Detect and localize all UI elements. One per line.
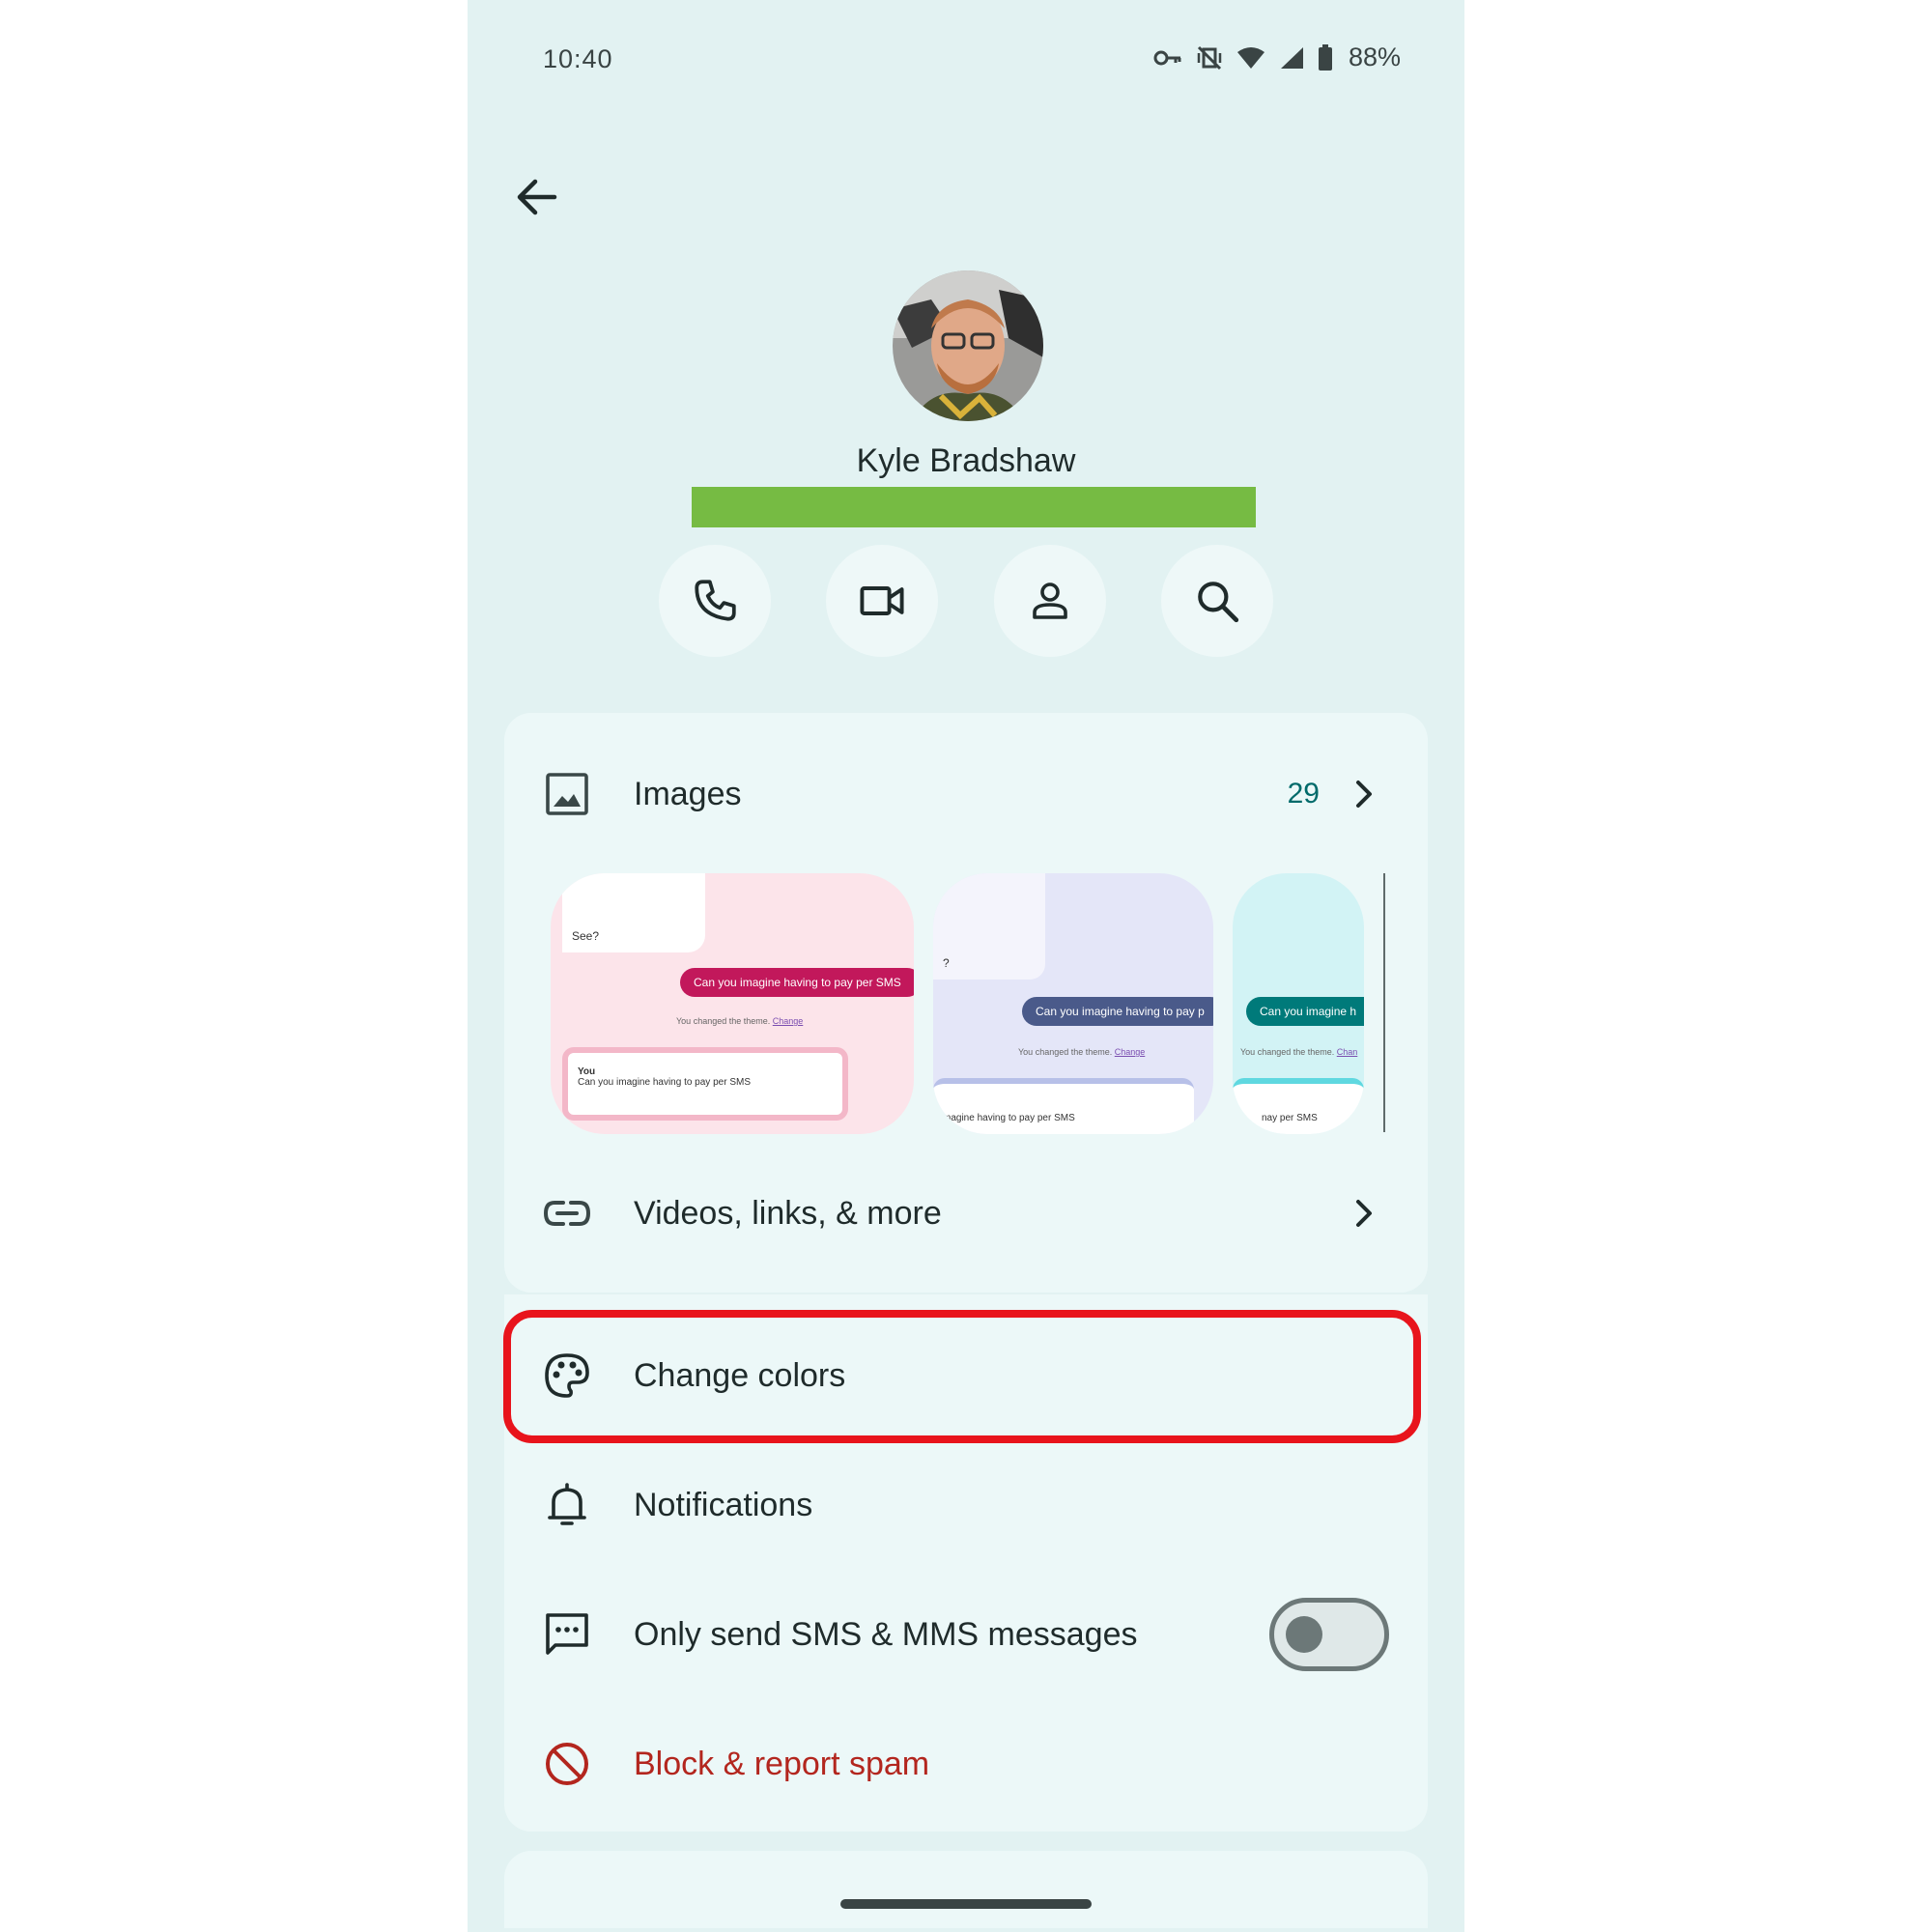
videos-links-row[interactable]: Videos, links, & more [504,1173,1428,1254]
video-call-button[interactable] [826,545,939,657]
video-call-icon [860,586,904,615]
sms-only-toggle[interactable] [1269,1598,1389,1671]
videos-links-label: Videos, links, & more [634,1194,942,1232]
bell-icon [541,1479,593,1531]
next-card [504,1851,1428,1928]
back-button[interactable] [510,170,564,224]
image-icon [541,768,593,820]
call-button[interactable] [659,545,771,657]
theme-note: You changed the theme. Change [1018,1047,1146,1057]
image-thumbnail[interactable]: Can you imagine h You changed the theme.… [1233,873,1364,1134]
toggle-knob [1286,1616,1322,1653]
notifications-label: Notifications [634,1486,813,1523]
redaction-bar [692,487,1256,527]
phone-icon [695,580,736,621]
image-thumbnails: See? Can you imagine having to pay per S… [551,873,1385,1134]
notifications-row[interactable]: Notifications [504,1464,1428,1546]
image-thumbnail[interactable]: ? Can you imagine having to pay p You ch… [933,873,1213,1134]
chevron-right-icon [1349,779,1379,810]
incoming-bubble: See? [562,873,705,952]
palette-icon [541,1350,593,1402]
sms-only-row: Only send SMS & MMS messages [504,1594,1428,1675]
search-icon [1198,582,1239,623]
contact-icon [1032,582,1067,619]
cell-signal-icon [1279,46,1304,70]
theme-note: You changed the theme. Change [676,1016,804,1026]
vpn-key-icon [1153,48,1182,68]
link-icon [541,1187,593,1239]
incoming-bubble: ? [933,873,1045,980]
block-spam-label: Block & report spam [634,1745,930,1782]
block-icon [541,1738,593,1790]
compose-preview: nay per SMS [1233,1078,1364,1134]
outgoing-bubble: Can you imagine having to pay p [1022,997,1213,1026]
compose-preview: You Can you imagine having to pay per SM… [562,1047,848,1121]
change-colors-label: Change colors [634,1356,846,1394]
message-dots-icon [541,1608,593,1661]
contact-name: Kyle Bradshaw [856,442,1076,479]
battery-icon [1318,43,1333,71]
wifi-icon [1236,46,1265,70]
battery-percent: 88% [1348,43,1401,71]
chevron-right-icon [1349,1198,1379,1229]
theme-note: You changed the theme. Chan [1240,1047,1358,1057]
status-icons: 88% [1153,43,1401,72]
search-button[interactable] [1160,545,1273,657]
outgoing-bubble: Can you imagine having to pay per SMS [680,968,914,997]
change-colors-row[interactable]: Change colors [504,1335,1428,1416]
status-bar: 10:40 88% [468,0,1464,116]
arrow-back-icon [517,179,557,215]
media-card: Images 29 See? Can you imagine having to… [504,713,1428,1293]
avatar [893,270,1043,421]
settings-card: Change colors Notifications Only send SM… [504,1294,1428,1832]
action-row [659,545,1273,657]
home-indicator[interactable] [840,1899,1092,1909]
image-thumbnail[interactable]: See? Can you imagine having to pay per S… [551,873,914,1134]
images-count: 29 [1287,778,1320,810]
images-row[interactable]: Images 29 [504,753,1428,835]
phone-screen: 10:40 88% Kyle Bradshaw Images 29 See? C… [468,0,1464,1932]
sms-only-label: Only send SMS & MMS messages [634,1615,1138,1653]
compose-preview: magine having to pay per SMS [933,1078,1194,1134]
contact-info-button[interactable] [993,545,1106,657]
images-label: Images [634,775,742,812]
scroll-edge [1383,873,1385,1132]
vibrate-off-icon [1196,44,1223,71]
outgoing-bubble: Can you imagine h [1246,997,1364,1026]
block-spam-row[interactable]: Block & report spam [504,1723,1428,1804]
status-time: 10:40 [543,44,613,73]
